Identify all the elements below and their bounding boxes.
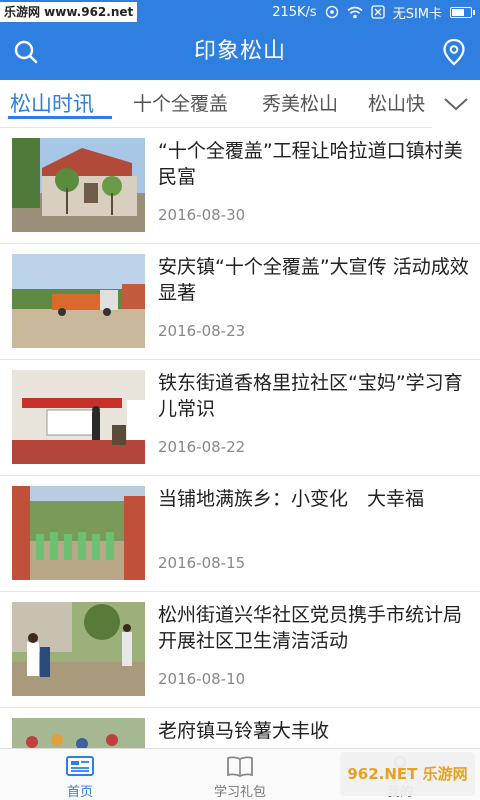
tab-songshan-quick[interactable]: 松山快 [368,80,425,127]
tab-beautiful-songshan[interactable]: 秀美松山 [262,80,338,127]
search-button[interactable] [10,36,42,68]
network-speed: 215K/s [272,4,317,20]
location-button[interactable] [438,36,470,68]
location-pin-icon [443,38,465,66]
news-date: 2016-08-15 [158,554,246,572]
news-title: 安庆镇“十个全覆盖”大宣传 活动成效显著 [158,256,469,304]
news-item[interactable]: 松州街道兴华社区党员携手市统计局开展社区卫生清洁活动 2016-08-10 [0,592,480,708]
news-item[interactable]: 老府镇马铃薯大丰收 [0,708,480,748]
page-title: 印象松山 [193,39,286,64]
news-title: 松州街道兴华社区党员携手市统计局开展社区卫生清洁活动 [158,604,463,652]
news-item[interactable]: 当铺地满族乡：小变化 大幸福 2016-08-15 [0,476,480,592]
tab-expand-button[interactable] [432,80,480,128]
sim-status: 无SIM卡 [392,6,442,22]
news-list: “十个全覆盖”工程让哈拉道口镇村美民富 2016-08-30 安庆镇“十个全覆盖… [0,128,480,748]
status-bar: 乐游网 www.962.net 215K/s 无SIM卡 [0,0,480,24]
news-thumbnail [12,138,145,232]
news-title: 老府镇马铃薯大丰收 [158,720,330,742]
news-title: 当铺地满族乡：小变化 大幸福 [158,488,425,510]
wifi-icon [347,6,363,19]
news-date: 2016-08-10 [158,670,246,688]
chevron-down-icon [444,98,468,111]
news-item[interactable]: “十个全覆盖”工程让哈拉道口镇村美民富 2016-08-30 [0,128,480,244]
no-sim-icon [371,5,385,19]
active-tab-indicator [8,116,112,119]
news-date: 2016-08-23 [158,322,246,340]
news-title: “十个全覆盖”工程让哈拉道口镇村美民富 [158,140,463,188]
search-icon [14,40,38,64]
tab-songshan-news[interactable]: 松山时讯 [10,80,94,127]
news-thumbnail [12,602,145,696]
hotspot-icon [325,5,339,19]
news-item[interactable]: 铁东街道香格里拉社区“宝妈”学习育儿常识 2016-08-22 [0,360,480,476]
watermark-label: 乐游网 www.962.net [0,2,138,22]
tab-ten-coverage[interactable]: 十个全覆盖 [133,80,228,127]
corner-watermark: 962.NET 乐游网 [340,752,475,796]
nav-study-pack[interactable]: 学习礼包 [180,749,300,800]
category-tabs: 松山时讯 十个全覆盖 秀美松山 松山快 [0,80,480,128]
news-thumbnail [12,370,145,464]
nav-study-pack-label: 学习礼包 [213,785,266,800]
battery-icon [450,6,475,18]
news-home-icon [66,756,94,776]
app-header: 印象松山 [0,24,480,80]
nav-home-label: 首页 [66,785,93,800]
news-date: 2016-08-22 [158,438,246,456]
news-thumbnail [12,254,145,348]
news-thumbnail [12,718,145,748]
book-icon [227,756,253,777]
news-item[interactable]: 安庆镇“十个全覆盖”大宣传 活动成效显著 2016-08-23 [0,244,480,360]
news-thumbnail [12,486,145,580]
news-date: 2016-08-30 [158,206,246,224]
nav-home[interactable]: 首页 [20,749,140,800]
news-title: 铁东街道香格里拉社区“宝妈”学习育儿常识 [158,372,463,420]
